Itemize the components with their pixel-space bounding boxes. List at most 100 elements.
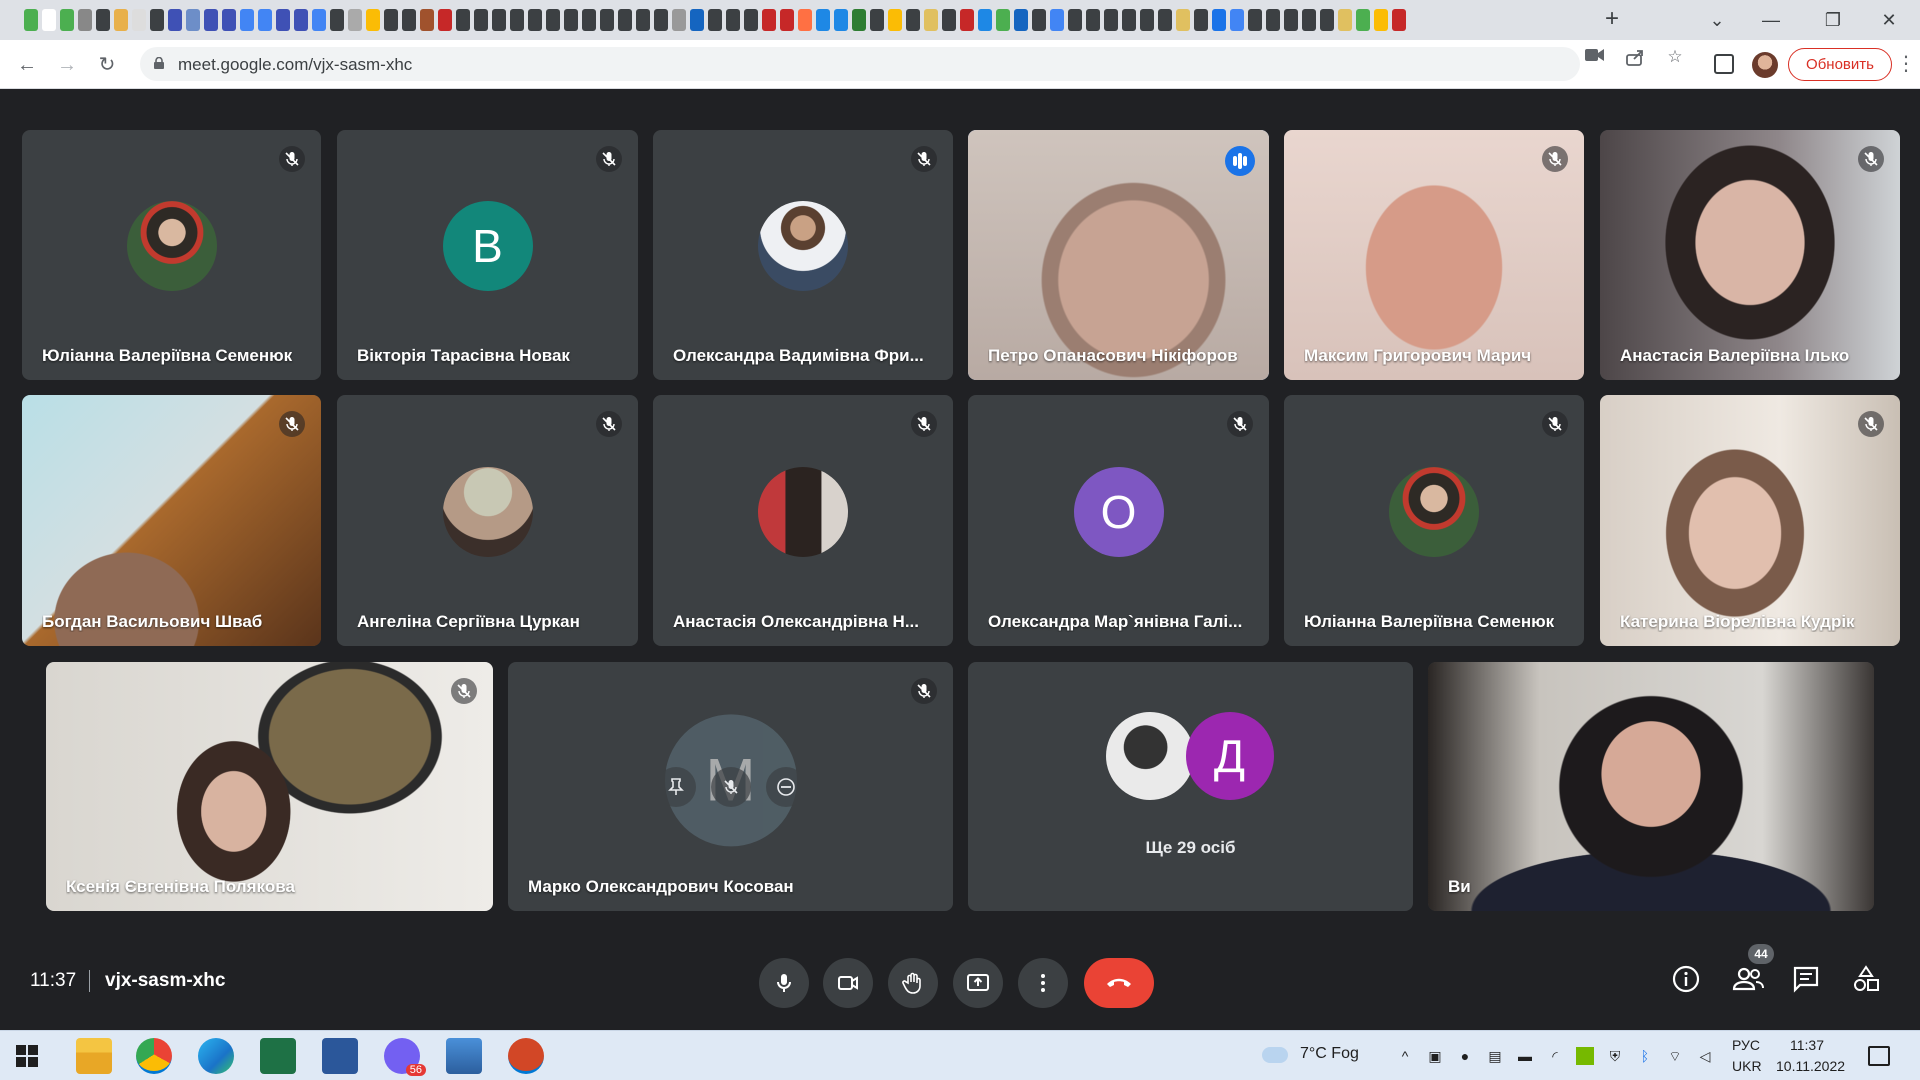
display-tray-icon[interactable]: ▤: [1486, 1047, 1504, 1065]
participant-tile[interactable]: М Марко Олександрович Косован: [508, 662, 953, 911]
side-panel-icon[interactable]: [1714, 54, 1734, 74]
chrome-menu-icon[interactable]: ⋮: [1896, 52, 1916, 76]
tab-favicon-icon[interactable]: [1050, 9, 1064, 31]
tab-favicon-icon[interactable]: [1320, 9, 1334, 31]
tab-favicon-icon[interactable]: [1284, 9, 1298, 31]
tab-favicon-icon[interactable]: [672, 9, 686, 31]
clock-time[interactable]: 11:37: [1790, 1037, 1824, 1053]
tab-favicon-icon[interactable]: [546, 9, 560, 31]
battery-icon[interactable]: ▬: [1516, 1047, 1534, 1065]
edge-icon[interactable]: [198, 1038, 234, 1074]
tab-favicon-icon[interactable]: [690, 9, 704, 31]
tab-favicon-icon[interactable]: [1032, 9, 1046, 31]
powerpoint-icon[interactable]: [508, 1038, 544, 1074]
tab-favicon-icon[interactable]: [852, 9, 866, 31]
present-screen-button[interactable]: [953, 958, 1003, 1008]
tab-favicon-icon[interactable]: [996, 9, 1010, 31]
tab-favicon-icon[interactable]: [1014, 9, 1028, 31]
camera-tray-icon[interactable]: ▣: [1426, 1047, 1444, 1065]
windows-start-icon[interactable]: [16, 1045, 38, 1067]
participant-tile[interactable]: Анастасія Олександрівна Н...: [653, 395, 953, 646]
input-language[interactable]: РУС: [1732, 1037, 1760, 1053]
tab-favicon-icon[interactable]: [1158, 9, 1172, 31]
tab-favicon-icon[interactable]: [816, 9, 830, 31]
keyboard-layout[interactable]: UKR: [1732, 1058, 1762, 1074]
tab-favicon-icon[interactable]: [870, 9, 884, 31]
tab-favicon-icon[interactable]: [240, 9, 254, 31]
security-shield-icon[interactable]: ⛨: [1606, 1047, 1624, 1065]
tab-favicon-icon[interactable]: [186, 9, 200, 31]
tab-favicon-icon[interactable]: [960, 9, 974, 31]
tab-favicon-icon[interactable]: [942, 9, 956, 31]
tab-favicon-icon[interactable]: [1338, 9, 1352, 31]
tab-favicon-icon[interactable]: [564, 9, 578, 31]
tab-favicon-icon[interactable]: [474, 9, 488, 31]
participant-tile[interactable]: О Олександра Мар`янівна Галі...: [968, 395, 1269, 646]
participant-tile[interactable]: Юліанна Валеріївна Семенюк: [1284, 395, 1584, 646]
tab-favicon-icon[interactable]: [348, 9, 362, 31]
tab-favicon-icon[interactable]: [618, 9, 632, 31]
weather-icon[interactable]: [1262, 1047, 1288, 1063]
tab-favicon-icon[interactable]: [978, 9, 992, 31]
tab-favicon-icon[interactable]: [420, 9, 434, 31]
camera-button[interactable]: [823, 958, 873, 1008]
tab-favicon-icon[interactable]: [636, 9, 650, 31]
participant-tile[interactable]: Катерина Віорелівна Кудрік: [1600, 395, 1900, 646]
omnibox[interactable]: meet.google.com/vjx-sasm-xhc: [140, 47, 1580, 81]
tab-favicon-icon[interactable]: [798, 9, 812, 31]
tab-favicon-icon[interactable]: [24, 9, 38, 31]
volume-icon[interactable]: ◁: [1696, 1047, 1714, 1065]
tab-favicon-icon[interactable]: [42, 9, 56, 31]
tab-favicon-icon[interactable]: [150, 9, 164, 31]
tab-favicon-icon[interactable]: [402, 9, 416, 31]
tab-favicon-icon[interactable]: [888, 9, 902, 31]
tab-favicon-icon[interactable]: [1266, 9, 1280, 31]
reload-button[interactable]: ↻: [92, 50, 122, 80]
tab-favicon-icon[interactable]: [762, 9, 776, 31]
word-icon[interactable]: [322, 1038, 358, 1074]
tab-favicon-icon[interactable]: [492, 9, 506, 31]
more-options-button[interactable]: [1018, 958, 1068, 1008]
tab-favicon-icon[interactable]: [1248, 9, 1262, 31]
participant-tile[interactable]: Юліанна Валеріївна Семенюк: [22, 130, 321, 380]
tab-favicon-icon[interactable]: [456, 9, 470, 31]
tab-favicon-icon[interactable]: [132, 9, 146, 31]
maximize-button[interactable]: ❐: [1816, 6, 1850, 34]
participant-tile[interactable]: Максим Григорович Марич: [1284, 130, 1584, 380]
update-button[interactable]: Обновить: [1788, 48, 1892, 81]
tab-favicon-icon[interactable]: [312, 9, 326, 31]
tab-favicon-icon[interactable]: [1122, 9, 1136, 31]
close-window-button[interactable]: ✕: [1872, 6, 1906, 34]
tab-favicon-icon[interactable]: [780, 9, 794, 31]
participant-tile[interactable]: Богдан Васильович Шваб: [22, 395, 321, 646]
participant-tile[interactable]: Петро Опанасович Нікіфоров: [968, 130, 1269, 380]
bluetooth-icon[interactable]: ᛒ: [1636, 1047, 1654, 1065]
tab-favicon-icon[interactable]: [744, 9, 758, 31]
participant-tile[interactable]: Ангеліна Сергіївна Цуркан: [337, 395, 638, 646]
self-tile[interactable]: Ви: [1428, 662, 1874, 911]
tab-favicon-icon[interactable]: [834, 9, 848, 31]
photos-icon[interactable]: [446, 1038, 482, 1074]
wifi-icon[interactable]: ⌔: [1666, 1047, 1684, 1065]
excel-icon[interactable]: [260, 1038, 296, 1074]
file-explorer-icon[interactable]: [76, 1038, 112, 1074]
tab-favicon-icon[interactable]: [1086, 9, 1100, 31]
weather-text[interactable]: 7°C Fog: [1300, 1045, 1359, 1063]
participant-tile[interactable]: Олександра Вадимівна Фри...: [653, 130, 953, 380]
clock-date[interactable]: 10.11.2022: [1776, 1058, 1845, 1074]
bookmark-star-icon[interactable]: ☆: [1664, 48, 1686, 66]
participant-tile[interactable]: Ксенія Євгенівна Полякова: [46, 662, 493, 911]
tab-favicon-icon[interactable]: [528, 9, 542, 31]
tab-favicon-icon[interactable]: [1392, 9, 1406, 31]
new-tab-button[interactable]: +: [1598, 6, 1626, 34]
tab-favicon-icon[interactable]: [1176, 9, 1190, 31]
tab-favicon-icon[interactable]: [330, 9, 344, 31]
microphone-tray-icon[interactable]: ●: [1456, 1047, 1474, 1065]
tab-favicon-icon[interactable]: [384, 9, 398, 31]
notifications-icon[interactable]: [1868, 1046, 1890, 1066]
tab-favicon-icon[interactable]: [96, 9, 110, 31]
tab-favicon-icon[interactable]: [582, 9, 596, 31]
tab-search-chevron-icon[interactable]: ⌄: [1700, 6, 1734, 34]
raise-hand-button[interactable]: [888, 958, 938, 1008]
tab-favicon-icon[interactable]: [114, 9, 128, 31]
